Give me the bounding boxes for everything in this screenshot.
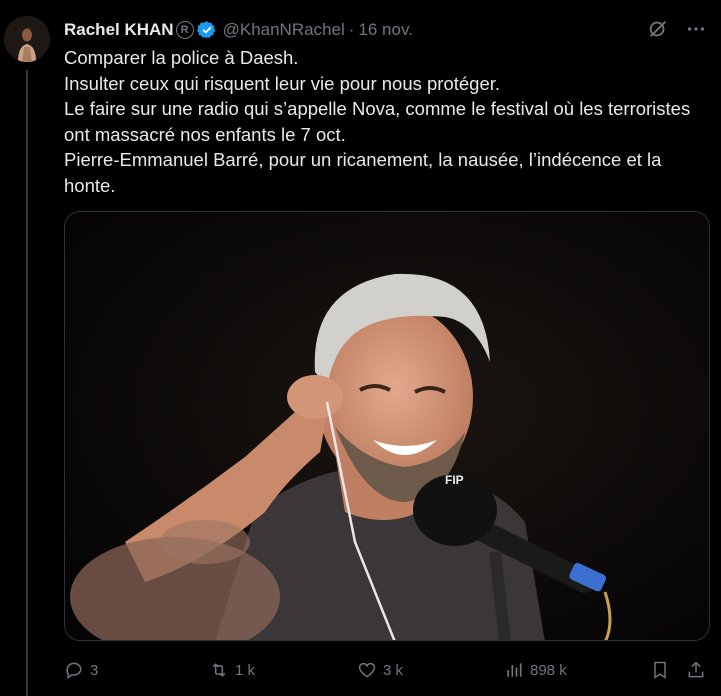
views-button[interactable]: 898 k [504, 660, 567, 680]
author-name[interactable]: Rachel KHAN [64, 20, 174, 40]
separator-dot: · [348, 20, 355, 39]
tweet-text-line: ont massacré nos enfants le 7 oct. [64, 123, 346, 145]
repost-icon [212, 663, 226, 677]
author-handle[interactable]: @KhanNRachel [223, 20, 345, 40]
tweet-text-line: Le faire sur une radio qui s’appelle Nov… [64, 98, 691, 119]
registered-badge-icon: R [175, 21, 194, 39]
reply-icon [66, 662, 82, 679]
share-button[interactable] [686, 660, 706, 680]
reply-button[interactable]: 3 [64, 660, 98, 680]
tweet-text-line: Comparer la police à Daesh. [64, 47, 299, 68]
like-count: 3 k [383, 661, 404, 679]
share-icon [688, 661, 704, 678]
heart-icon [358, 662, 376, 678]
tweet-text-line: Insulter ceux qui risquent leur vie pour… [64, 72, 501, 94]
bookmark-button[interactable] [650, 660, 670, 680]
avatar[interactable] [4, 16, 50, 62]
tweet-date[interactable]: 16 nov. [358, 20, 413, 40]
repost-count: 1 k [235, 661, 256, 679]
grok-icon[interactable] [647, 18, 669, 40]
verified-badge-icon [196, 21, 215, 39]
more-icon[interactable] [685, 18, 707, 40]
tweet-actions: 3 1 k 3 k 898 k [64, 655, 711, 685]
tweet-header: Rachel KHAN R @KhanNRachel · 16 nov. [64, 18, 707, 42]
tweet-text: Comparer la police à Daesh. Insulter ceu… [64, 45, 714, 198]
tweet-text-line: Pierre-Emmanuel Barré, pour un ricanemen… [64, 149, 662, 170]
like-button[interactable]: 3 k [357, 660, 403, 680]
repost-button[interactable]: 1 k [209, 660, 255, 680]
tweet-text-line: honte. [64, 174, 116, 196]
views-icon [507, 663, 522, 677]
mic-logo: FIP [445, 473, 464, 487]
thread-line [26, 70, 28, 696]
reply-count: 3 [90, 661, 99, 679]
bookmark-icon [654, 661, 666, 679]
views-count: 898 k [530, 661, 567, 679]
tweet-media-image[interactable]: FIP [64, 211, 710, 641]
